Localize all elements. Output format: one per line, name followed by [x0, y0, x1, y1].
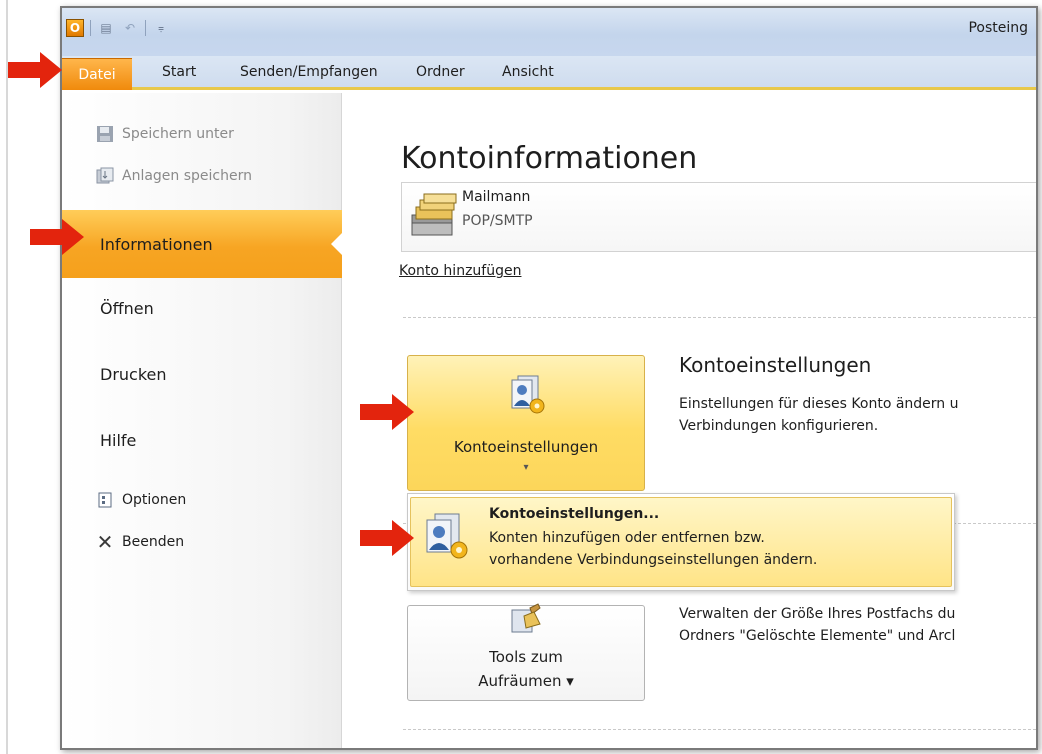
- outlook-window: O ▤ ↶ ⩦ Posteing Datei Start Senden/Empf…: [60, 6, 1038, 750]
- settings-desc-line2: Verbindungen konfigurieren.: [679, 418, 879, 434]
- backstage-nav: Speichern unter Anlagen speichern Inform…: [62, 93, 343, 748]
- dropdown-item-title: Kontoeinstellungen...: [489, 506, 660, 522]
- nav-options-label: Optionen: [122, 492, 187, 508]
- account-settings-icon: [504, 372, 548, 420]
- cleanup-tools-description: Verwalten der Größe Ihres Postfachs du O…: [679, 603, 1036, 647]
- red-arrow-icon: [30, 219, 84, 255]
- page-title: Kontoinformationen: [401, 141, 698, 176]
- nav-exit-label: Beenden: [122, 534, 185, 550]
- nav-help[interactable]: Hilfe: [100, 431, 136, 450]
- chevron-down-icon: ▾: [523, 462, 529, 473]
- close-icon: ✕: [96, 530, 114, 554]
- nav-open[interactable]: Öffnen: [100, 299, 154, 318]
- divider: [403, 729, 1036, 730]
- options-icon: [96, 491, 114, 509]
- dropdown-item-desc-2: vorhandene Verbindungseinstellungen ände…: [489, 552, 818, 568]
- tab-datei[interactable]: Datei: [62, 58, 132, 90]
- settings-desc-line1: Einstellungen für dieses Konto ändern u: [679, 396, 959, 412]
- tools-desc-line1: Verwalten der Größe Ihres Postfachs du: [679, 606, 956, 622]
- account-settings-button-label: Kontoeinstellungen: [453, 438, 599, 456]
- window-title: Posteing: [968, 20, 1028, 36]
- cleanup-tools-button[interactable]: Tools zum Aufräumen ▾: [407, 602, 645, 701]
- attachment-save-icon: [96, 167, 114, 185]
- settings-section-title: Kontoeinstellungen: [679, 353, 872, 377]
- account-settings-icon: [419, 510, 471, 566]
- nav-save-as-label: Speichern unter: [122, 126, 234, 142]
- cleanup-tools-label-2: Aufräumen ▾: [478, 672, 574, 690]
- save-as-icon: [96, 125, 114, 143]
- nav-save-as[interactable]: Speichern unter: [96, 125, 234, 143]
- quick-access-toolbar: O ▤ ↶ ⩦: [66, 18, 170, 38]
- account-name: Mailmann: [462, 189, 531, 205]
- red-arrow-icon: [360, 394, 414, 430]
- main-content: Kontoinformationen Mailmann POP/SMTP Kon…: [343, 93, 1036, 748]
- account-type: POP/SMTP: [462, 213, 533, 229]
- nav-save-attachments[interactable]: Anlagen speichern: [96, 167, 252, 185]
- mailbox-icon: [408, 193, 460, 239]
- outlook-app-icon[interactable]: O: [66, 19, 84, 37]
- settings-section-description: Einstellungen für dieses Konto ändern u …: [679, 393, 1036, 437]
- undo-icon[interactable]: ↶: [121, 19, 139, 37]
- red-arrow-icon: [8, 52, 62, 88]
- title-bar: O ▤ ↶ ⩦ Posteing: [62, 8, 1036, 56]
- red-arrow-icon: [360, 520, 414, 556]
- tab-start[interactable]: Start: [162, 64, 196, 80]
- tools-desc-line2: Ordners "Gelöschte Elemente" und Arcl: [679, 628, 956, 644]
- customize-toolbar-icon[interactable]: ⩦: [152, 19, 170, 37]
- nav-informationen[interactable]: Informationen: [62, 210, 343, 278]
- dropdown-item-desc-1: Konten hinzufügen oder entfernen bzw.: [489, 530, 765, 546]
- cleanup-tools-label-1: Tools zum: [489, 648, 563, 666]
- nav-exit[interactable]: ✕ Beenden: [96, 530, 185, 554]
- nav-save-attachments-label: Anlagen speichern: [122, 168, 252, 184]
- toolbar-separator: [90, 20, 91, 36]
- add-account-link[interactable]: Konto hinzufügen: [399, 263, 521, 279]
- tab-ordner[interactable]: Ordner: [416, 64, 465, 80]
- account-settings-button[interactable]: Kontoeinstellungen ▾: [407, 355, 645, 491]
- toolbar-separator: [145, 20, 146, 36]
- nav-options[interactable]: Optionen: [96, 491, 186, 509]
- save-icon[interactable]: ▤: [97, 19, 115, 37]
- tab-ansicht[interactable]: Ansicht: [502, 64, 554, 80]
- divider: [403, 317, 1036, 318]
- cleanup-broom-icon: [506, 602, 546, 646]
- account-selector[interactable]: Mailmann POP/SMTP: [401, 182, 1036, 252]
- tab-senden-empfangen[interactable]: Senden/Empfangen: [240, 64, 378, 80]
- account-settings-dropdown: Kontoeinstellungen... Konten hinzufügen …: [407, 493, 955, 591]
- left-edge-line: [0, 0, 8, 754]
- ribbon-tabs: Datei Start Senden/Empfangen Ordner Ansi…: [62, 56, 1036, 90]
- dropdown-item-account-settings[interactable]: Kontoeinstellungen... Konten hinzufügen …: [410, 497, 952, 587]
- nav-print[interactable]: Drucken: [100, 365, 167, 384]
